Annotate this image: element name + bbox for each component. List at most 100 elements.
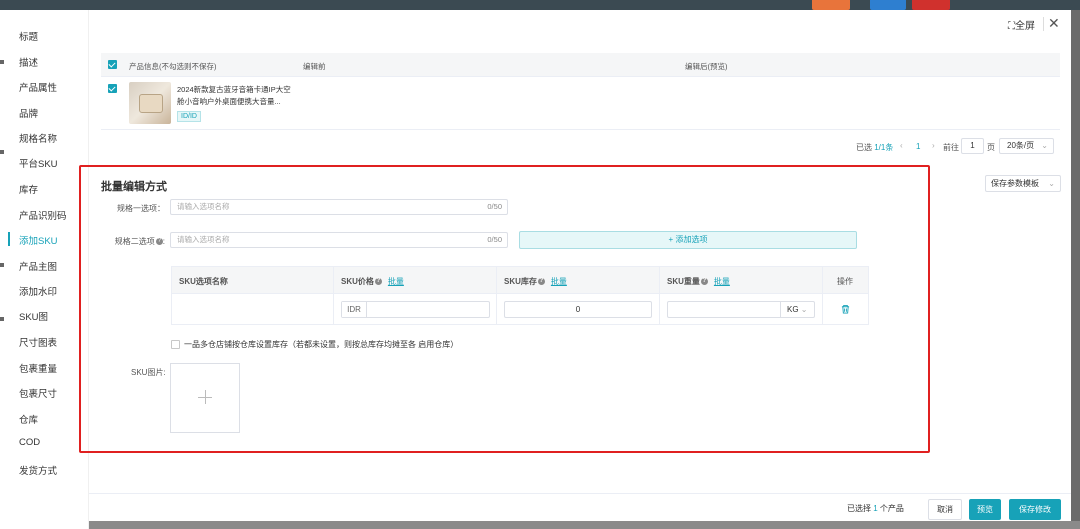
option1-placeholder: 请输入选项名称: [177, 202, 230, 211]
batch-weight-link[interactable]: 批量: [714, 277, 730, 286]
fullscreen-label: 全屏: [1015, 21, 1035, 32]
sidebar-item-sku-image[interactable]: SKU图: [19, 309, 48, 323]
row-checkbox[interactable]: [108, 84, 117, 93]
multi-warehouse-checkbox[interactable]: [171, 340, 180, 349]
product-thumbnail: [129, 82, 171, 124]
header-sku-price: SKU价格: [341, 277, 374, 286]
background-tab-red: [912, 0, 950, 10]
batch-stock-link[interactable]: 批量: [551, 277, 567, 286]
select-all-checkbox[interactable]: [108, 60, 117, 69]
sidebar-item-package-size[interactable]: 包裹尺寸: [19, 386, 57, 400]
sidebar-item-title[interactable]: 标题: [19, 29, 38, 43]
footer-selected-prefix: 已选择: [847, 504, 874, 513]
weight-unit-select[interactable]: KG ⌄: [780, 302, 808, 317]
option1-input[interactable]: 请输入选项名称 0/50: [170, 199, 508, 215]
close-icon[interactable]: ✕: [1048, 15, 1060, 32]
batch-price-link[interactable]: 批量: [388, 277, 404, 286]
preview-button[interactable]: 预览: [969, 499, 1001, 520]
sidebar-item-shipping[interactable]: 发货方式: [19, 463, 57, 477]
background-overlay-right: [1071, 10, 1080, 529]
table-header: [101, 53, 1060, 77]
footer-selected-info: 已选择 1 个产品: [847, 503, 904, 514]
grid-divider: [333, 266, 334, 325]
background-overlay-bottom: [0, 521, 1080, 529]
save-template-select[interactable]: 保存参数模板 ⌄: [985, 175, 1061, 192]
modal-footer: [89, 493, 1071, 521]
chevron-down-icon: ⌄: [800, 305, 808, 314]
sidebar-item-watermark[interactable]: 添加水印: [19, 284, 57, 298]
pagination-selected-prefix: 已选: [856, 143, 875, 152]
currency-prefix: IDR: [342, 302, 367, 317]
goto-label: 前往: [943, 143, 959, 152]
sidebar-active-indicator: [8, 232, 10, 246]
sidebar-item-add-sku[interactable]: 添加SKU: [19, 233, 58, 247]
help-icon: ?: [155, 238, 163, 246]
option2-input[interactable]: 请输入选项名称 0/50: [170, 232, 508, 248]
help-icon: ?: [700, 278, 708, 286]
help-icon: ?: [537, 278, 545, 286]
sku-price-input[interactable]: IDR: [341, 301, 490, 318]
product-tag: ID/ID: [177, 111, 201, 122]
expand-icon: ⛶: [1008, 21, 1015, 32]
trash-icon[interactable]: [841, 304, 850, 314]
product-title: 2024新款复古蓝牙音箱卡通IP大空舱小音响户外桌面便携大音量...: [177, 85, 291, 106]
next-page-button[interactable]: ›: [932, 141, 935, 150]
sidebar-item-stock[interactable]: 库存: [19, 182, 38, 196]
sidebar-item-main-image[interactable]: 产品主图: [19, 259, 57, 273]
column-before: 编辑前: [303, 62, 326, 71]
header-sku-weight: SKU重量: [667, 277, 700, 286]
pagination-selected: 已选 1/1条: [856, 142, 893, 153]
chevron-down-icon: ⌄: [1041, 141, 1048, 150]
weight-unit-value: KG: [787, 305, 799, 314]
column-product-info: 产品信息(不勾选则不保存): [129, 62, 217, 71]
fullscreen-button[interactable]: ⛶全屏: [1008, 17, 1035, 32]
sku-weight-input[interactable]: KG ⌄: [667, 301, 815, 318]
goto-page-input[interactable]: 1: [961, 138, 984, 154]
header-sku-name: SKU选项名称: [179, 277, 228, 286]
add-option-button[interactable]: + 添加选项: [519, 231, 857, 249]
option2-count: 0/50: [487, 235, 502, 244]
column-after: 编辑后(预览): [685, 62, 728, 71]
option1-label: 规格一选项：: [117, 204, 165, 213]
sidebar-item-brand[interactable]: 品牌: [19, 106, 38, 120]
save-template-label: 保存参数模板: [991, 179, 1039, 188]
sidebar-item-package-weight[interactable]: 包裹重量: [19, 361, 57, 375]
background-tab-orange: [812, 0, 850, 10]
sku-stock-input[interactable]: 0: [504, 301, 652, 318]
grid-divider: [659, 266, 660, 325]
sidebar: 标题 描述 产品属性 品牌 规格名称 平台SKU 库存 产品识别码 添加SKU …: [0, 10, 89, 529]
option2-label-wrap: 规格二选项?:: [114, 237, 165, 246]
prev-page-button[interactable]: ‹: [900, 141, 903, 150]
sidebar-edge-mark: [0, 150, 4, 154]
header-action: 操作: [837, 277, 853, 286]
background-tab-blue: [870, 0, 906, 10]
sidebar-edge-mark: [0, 317, 4, 321]
sidebar-item-spec-name[interactable]: 规格名称: [19, 131, 57, 145]
page-size-select[interactable]: 20条/页 ⌄: [999, 138, 1054, 154]
sidebar-item-cod[interactable]: COD: [19, 437, 40, 448]
sidebar-item-description[interactable]: 描述: [19, 55, 38, 69]
grid-divider: [496, 266, 497, 325]
header-sku-stock-wrap: SKU库存? 批量: [504, 276, 567, 287]
page-size-value: 20条/页: [1007, 141, 1035, 150]
header-sku-weight-wrap: SKU重量? 批量: [667, 276, 730, 287]
sidebar-item-platform-sku[interactable]: 平台SKU: [19, 156, 58, 170]
sidebar-edge-mark: [0, 60, 4, 64]
sidebar-item-product-id[interactable]: 产品识别码: [19, 208, 67, 222]
page-number[interactable]: 1: [916, 142, 920, 151]
option1-count: 0/50: [487, 202, 502, 211]
sku-image-label: SKU图片:: [131, 368, 166, 377]
option2-placeholder: 请输入选项名称: [177, 235, 230, 244]
pagination-selected-count: 1/1条: [874, 143, 894, 152]
option2-label: 规格二选项: [114, 237, 155, 246]
sidebar-item-attributes[interactable]: 产品属性: [19, 80, 57, 94]
sidebar-item-warehouse[interactable]: 仓库: [19, 412, 38, 426]
cancel-button[interactable]: 取消: [928, 499, 962, 520]
header-sku-stock: SKU库存: [504, 277, 537, 286]
save-button[interactable]: 保存修改: [1009, 499, 1061, 520]
sidebar-item-size-chart[interactable]: 尺寸图表: [19, 335, 57, 349]
plus-icon-vertical: [204, 390, 206, 404]
sidebar-edge-mark: [0, 263, 4, 267]
page-unit: 页: [987, 143, 995, 152]
multi-warehouse-label: 一品多仓店铺按仓库设置库存（若都未设置，则按总库存均摊至各 启用仓库）: [184, 340, 459, 349]
